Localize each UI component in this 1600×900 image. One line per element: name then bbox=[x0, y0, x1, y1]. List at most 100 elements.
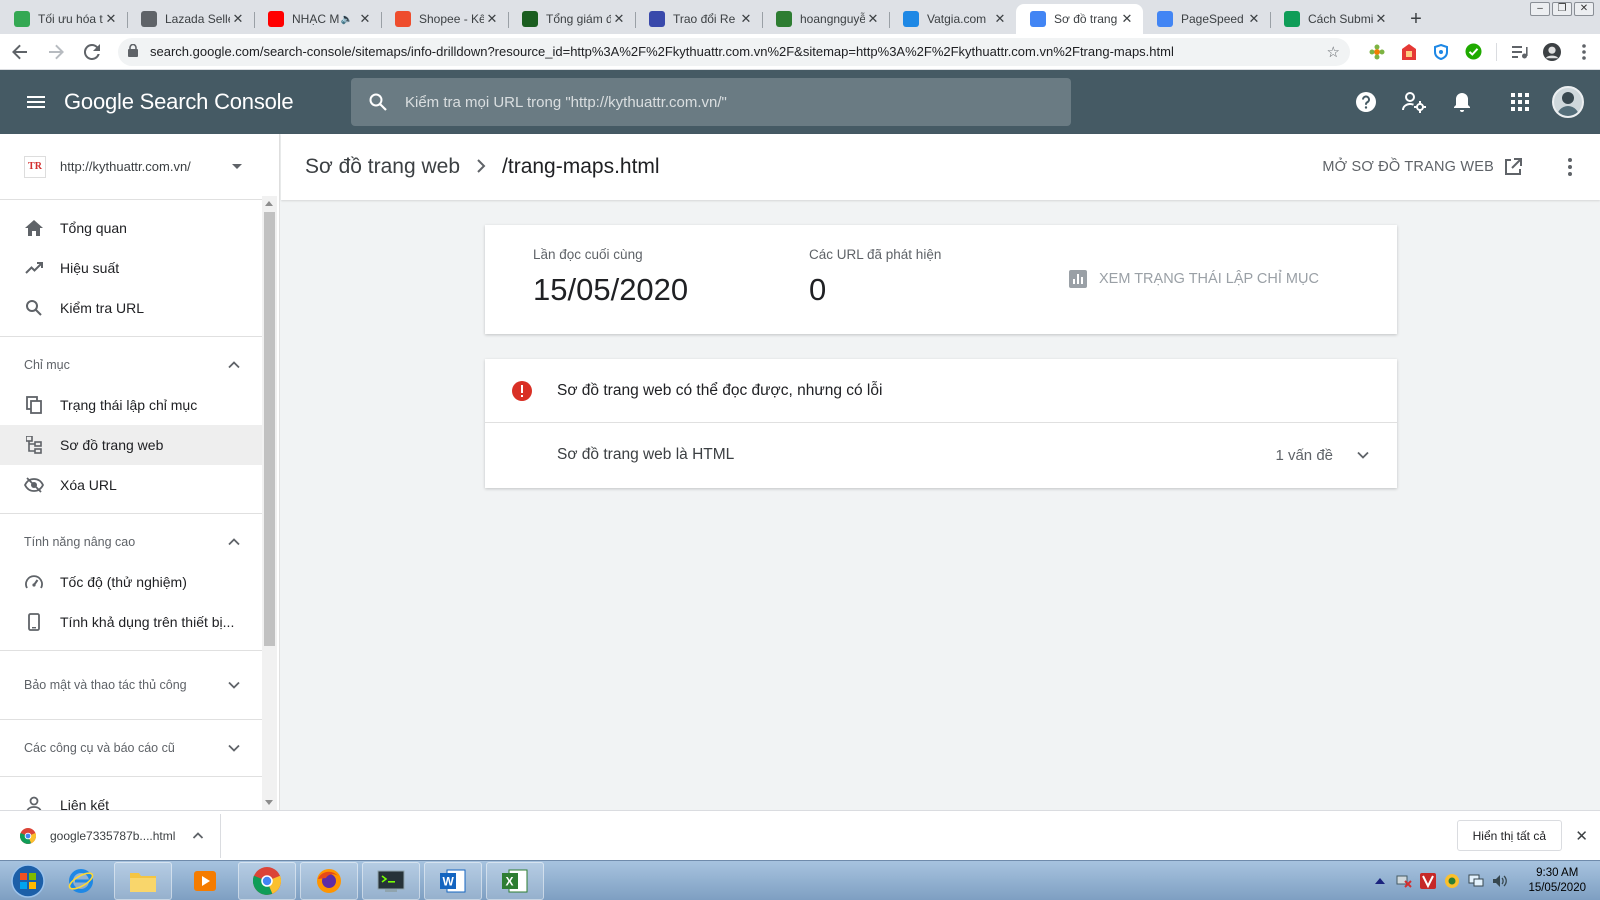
close-tab-icon[interactable]: ✕ bbox=[992, 11, 1008, 27]
back-button[interactable] bbox=[4, 36, 36, 68]
taskbar-word[interactable]: W bbox=[424, 861, 482, 900]
taskbar-explorer[interactable] bbox=[114, 861, 172, 900]
app-brand[interactable]: Google Search Console bbox=[64, 89, 354, 115]
monitor-network-icon[interactable] bbox=[1468, 873, 1484, 889]
leaf-icon bbox=[776, 11, 792, 27]
download-item[interactable]: google7335787b....html bbox=[0, 813, 221, 858]
browser-tab[interactable]: Tối ưu hóa t ✕ bbox=[0, 4, 127, 34]
new-tab-button[interactable]: + bbox=[1401, 4, 1431, 34]
sidebar-item-sitemaps[interactable]: Sơ đồ trang web bbox=[0, 425, 262, 465]
download-filename: google7335787b....html bbox=[50, 828, 176, 843]
notifications-button[interactable] bbox=[1438, 78, 1486, 126]
taskbar-media-player[interactable] bbox=[176, 862, 234, 900]
browser-tab[interactable]: hoangnguyễ ✕ bbox=[762, 4, 889, 34]
property-selector[interactable]: TR http://kythuattr.com.vn/ bbox=[0, 134, 262, 200]
section-header-legacy[interactable]: Các công cụ và báo cáo cũ bbox=[0, 728, 262, 768]
account-avatar[interactable] bbox=[1552, 86, 1584, 118]
restore-window-button[interactable]: ❐ bbox=[1552, 2, 1572, 16]
taskbar-clock[interactable]: 9:30 AM 15/05/2020 bbox=[1528, 866, 1586, 896]
issue-row-html-sitemap[interactable]: Sơ đồ trang web là HTML 1 vấn đề bbox=[485, 423, 1397, 487]
flower-extension-icon[interactable] bbox=[1368, 43, 1386, 61]
close-tab-icon[interactable]: ✕ bbox=[1373, 11, 1389, 27]
scrollbar-thumb[interactable] bbox=[264, 212, 275, 646]
scroll-down-arrow-icon[interactable] bbox=[265, 800, 273, 805]
taskbar-firefox[interactable] bbox=[300, 861, 358, 900]
d-square-icon bbox=[522, 11, 538, 27]
sidebar-item-overview[interactable]: Tổng quan bbox=[0, 208, 262, 248]
browser-tab[interactable]: Trao đổi Re ✕ bbox=[635, 4, 762, 34]
more-options-button[interactable] bbox=[1568, 158, 1572, 179]
reload-button[interactable] bbox=[76, 36, 108, 68]
search-input[interactable] bbox=[405, 93, 1045, 111]
main-menu-button[interactable] bbox=[12, 78, 60, 126]
close-download-shelf-icon[interactable]: ✕ bbox=[1575, 827, 1588, 845]
url-inspection-search[interactable] bbox=[351, 78, 1071, 126]
taskbar-ie[interactable] bbox=[52, 862, 110, 900]
stat-value: 0 bbox=[809, 272, 827, 307]
forward-button[interactable] bbox=[40, 36, 72, 68]
close-tab-icon[interactable]: ✕ bbox=[738, 11, 754, 27]
close-tab-icon[interactable]: ✕ bbox=[1119, 11, 1135, 27]
sidebar-item-links[interactable]: Liên kết bbox=[0, 785, 262, 810]
browser-tab[interactable]: Sơ đồ trang ✕ bbox=[1016, 4, 1143, 34]
browser-tab[interactable]: Tổng giám đ ✕ bbox=[508, 4, 635, 34]
sidebar-item-speed[interactable]: Tốc độ (thử nghiệm) bbox=[0, 562, 262, 602]
shield-extension-icon[interactable] bbox=[1432, 43, 1450, 61]
issue-count: 1 vấn đề bbox=[1275, 446, 1333, 464]
close-tab-icon[interactable]: ✕ bbox=[1246, 11, 1262, 27]
close-tab-icon[interactable]: ✕ bbox=[484, 11, 500, 27]
breadcrumb-sitemaps[interactable]: Sơ đồ trang web bbox=[305, 155, 460, 179]
help-button[interactable] bbox=[1342, 78, 1390, 126]
close-window-button[interactable]: ✕ bbox=[1574, 2, 1594, 16]
network-disabled-icon[interactable] bbox=[1396, 873, 1413, 889]
close-tab-icon[interactable]: ✕ bbox=[357, 11, 373, 27]
sidebar-item-coverage[interactable]: Trạng thái lập chỉ mục bbox=[0, 385, 262, 425]
browser-tab[interactable]: Lazada Selle ✕ bbox=[127, 4, 254, 34]
property-logo: TR bbox=[24, 155, 46, 178]
download-shelf: google7335787b....html Hiển thị tất cả ✕ bbox=[0, 810, 1600, 860]
close-tab-icon[interactable]: ✕ bbox=[865, 11, 881, 27]
taskbar-excel[interactable]: X bbox=[486, 861, 544, 900]
sidebar-item-url-inspection[interactable]: Kiểm tra URL bbox=[0, 288, 262, 328]
show-all-downloads-button[interactable]: Hiển thị tất cả bbox=[1456, 820, 1562, 851]
section-header-advanced[interactable]: Tính năng nâng cao bbox=[0, 522, 262, 562]
google-apps-button[interactable] bbox=[1496, 78, 1544, 126]
browser-tab[interactable]: Cách Submi ✕ bbox=[1270, 4, 1397, 34]
sidebar-scrollbar[interactable] bbox=[262, 196, 277, 810]
browser-tab[interactable]: NHẠC M 🔈 ✕ bbox=[254, 4, 381, 34]
shield-tray-icon[interactable] bbox=[1444, 873, 1460, 889]
check-extension-icon[interactable] bbox=[1464, 43, 1482, 61]
sidebar-item-mobile-usability[interactable]: Tính khả dụng trên thiết bị... bbox=[0, 602, 262, 642]
volume-icon[interactable] bbox=[1492, 873, 1508, 889]
show-hidden-icons-icon[interactable] bbox=[1372, 873, 1388, 889]
close-tab-icon[interactable]: ✕ bbox=[611, 11, 627, 27]
minimize-window-button[interactable]: – bbox=[1530, 2, 1550, 16]
user-settings-button[interactable] bbox=[1390, 78, 1438, 126]
sidebar-item-performance[interactable]: Hiệu suất bbox=[0, 248, 262, 288]
bookmark-star-icon[interactable]: ☆ bbox=[1327, 43, 1340, 61]
close-tab-icon[interactable]: ✕ bbox=[103, 11, 119, 27]
tab-audio-icon[interactable]: 🔈 bbox=[341, 14, 353, 25]
close-tab-icon[interactable]: ✕ bbox=[230, 11, 246, 27]
address-bar[interactable]: search.google.com/search-console/sitemap… bbox=[118, 37, 1350, 66]
profile-avatar-icon[interactable] bbox=[1543, 42, 1561, 61]
browser-tab[interactable]: PageSpeed ✕ bbox=[1143, 4, 1270, 34]
browser-tab[interactable]: Vatgia.com ✕ bbox=[889, 4, 1016, 34]
scroll-up-arrow-icon[interactable] bbox=[265, 201, 273, 206]
sidebar-item-removals[interactable]: Xóa URL bbox=[0, 465, 262, 505]
start-button[interactable] bbox=[8, 861, 48, 900]
chrome-menu-icon[interactable] bbox=[1575, 43, 1593, 61]
section-header-index[interactable]: Chỉ mục bbox=[0, 345, 262, 385]
sidebar-divider bbox=[0, 336, 262, 337]
open-sitemap-button[interactable]: MỞ SƠ ĐỒ TRANG WEB bbox=[1322, 158, 1522, 176]
chevron-up-icon[interactable] bbox=[192, 830, 204, 842]
media-controls-icon[interactable] bbox=[1511, 43, 1529, 61]
taskbar-terminal[interactable] bbox=[362, 861, 420, 900]
view-index-status-link[interactable]: XEM TRẠNG THÁI LẬP CHỈ MỤC bbox=[1069, 270, 1319, 288]
section-header-security[interactable]: Bảo mật và thao tác thủ công bbox=[0, 659, 262, 711]
chevron-down-icon[interactable] bbox=[1355, 447, 1371, 463]
taskbar-chrome[interactable] bbox=[238, 861, 296, 900]
browser-tab[interactable]: Shopee - Kê ✕ bbox=[381, 4, 508, 34]
antivirus-icon[interactable] bbox=[1420, 873, 1437, 889]
red-extension-icon[interactable] bbox=[1400, 43, 1418, 61]
